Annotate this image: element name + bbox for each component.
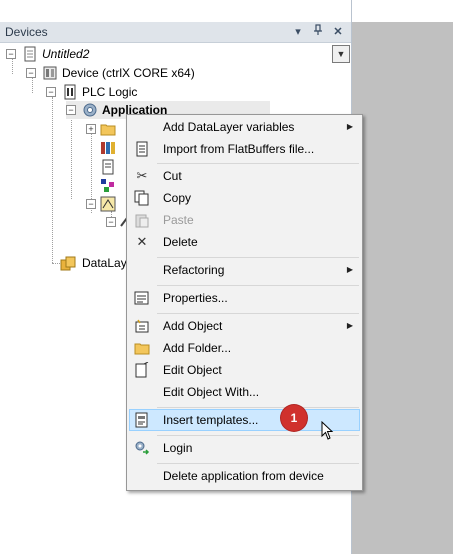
folder-icon bbox=[134, 340, 150, 356]
plc-logic-icon bbox=[62, 84, 78, 100]
submenu-arrow-icon: ▶ bbox=[346, 321, 353, 330]
menu-item-edit-object[interactable]: Edit Object bbox=[129, 359, 360, 381]
application-gear-icon bbox=[82, 102, 98, 118]
menu-item-add-folder[interactable]: Add Folder... bbox=[129, 337, 360, 359]
menu-item-import-flatbuffers[interactable]: Import from FlatBuffers file... bbox=[129, 138, 360, 160]
submenu-arrow-icon: ▶ bbox=[346, 265, 353, 274]
expand-icon[interactable]: + bbox=[86, 124, 96, 134]
menu-separator bbox=[157, 163, 359, 164]
tree-line bbox=[52, 97, 53, 263]
paste-icon bbox=[134, 212, 150, 228]
menu-separator bbox=[157, 257, 359, 258]
scissors-icon: ✂ bbox=[136, 168, 148, 183]
close-icon[interactable]: ✕ bbox=[331, 24, 345, 40]
collapse-icon[interactable]: − bbox=[66, 105, 76, 115]
menu-separator bbox=[157, 463, 359, 464]
collapse-icon[interactable]: − bbox=[46, 87, 56, 97]
tree-line bbox=[32, 77, 33, 93]
tree-line bbox=[71, 115, 72, 199]
menu-separator bbox=[157, 407, 359, 408]
collapse-icon[interactable]: − bbox=[26, 68, 36, 78]
tree-line bbox=[52, 263, 60, 264]
tree-line bbox=[12, 57, 13, 74]
menu-item-edit-object-with[interactable]: Edit Object With... bbox=[129, 381, 360, 403]
menu-item-cut[interactable]: ✂ Cut bbox=[129, 165, 360, 187]
pou-icon bbox=[100, 159, 116, 175]
panel-title: Devices bbox=[5, 25, 48, 39]
edit-object-icon bbox=[134, 361, 150, 378]
pin-icon[interactable] bbox=[311, 24, 325, 40]
menu-item-paste[interactable]: Paste bbox=[129, 209, 360, 231]
project-icon bbox=[22, 46, 38, 62]
menu-separator bbox=[157, 313, 359, 314]
templates-icon bbox=[134, 412, 150, 428]
submenu-arrow-icon: ▶ bbox=[346, 122, 353, 131]
device-icon bbox=[42, 65, 58, 81]
symbol-config-icon bbox=[100, 177, 116, 193]
step-badge: 1 bbox=[281, 405, 307, 431]
collapse-icon[interactable]: − bbox=[86, 199, 96, 209]
collapse-icon[interactable]: − bbox=[6, 49, 16, 59]
menu-item-copy[interactable]: Copy bbox=[129, 187, 360, 209]
menu-item-add-object[interactable]: Add Object ▶ bbox=[129, 315, 360, 337]
library-icon bbox=[100, 140, 116, 156]
panel-menu-icon[interactable]: ▾ bbox=[291, 24, 305, 40]
datalayer-icon bbox=[60, 255, 76, 271]
menu-separator bbox=[157, 285, 359, 286]
login-icon bbox=[134, 440, 150, 456]
menu-item-properties[interactable]: Properties... bbox=[129, 287, 360, 309]
add-object-icon bbox=[134, 318, 150, 334]
document-icon bbox=[134, 141, 150, 157]
copy-icon bbox=[134, 190, 150, 206]
delete-icon: ✕ bbox=[136, 234, 148, 249]
menu-item-delete-application-from-device[interactable]: Delete application from device bbox=[129, 465, 360, 487]
properties-icon bbox=[134, 290, 150, 306]
editor-area bbox=[352, 22, 453, 554]
menu-item-add-datalayer-variables[interactable]: Add DataLayer variables ▶ bbox=[129, 116, 360, 138]
menu-item-refactoring[interactable]: Refactoring ▶ bbox=[129, 259, 360, 281]
collapse-icon[interactable]: − bbox=[106, 217, 116, 227]
folder-icon bbox=[100, 121, 116, 137]
mouse-cursor-icon bbox=[321, 420, 335, 444]
plc-logic-label: PLC Logic bbox=[82, 85, 138, 99]
project-label: Untitled2 bbox=[42, 47, 90, 61]
device-label: Device (ctrlX CORE x64) bbox=[62, 66, 195, 80]
devices-titlebar: Devices ▾ ✕ bbox=[0, 22, 351, 43]
task-config-icon bbox=[100, 196, 116, 212]
menu-item-delete[interactable]: ✕ Delete bbox=[129, 231, 360, 253]
